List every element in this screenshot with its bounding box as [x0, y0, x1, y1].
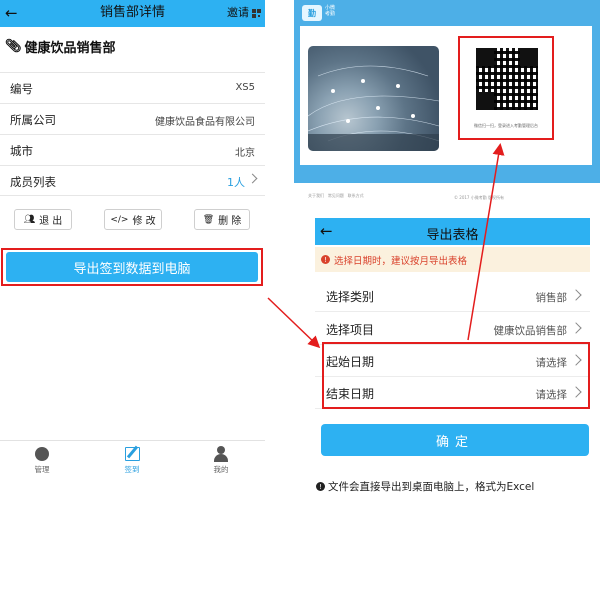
web-login-screenshot: 勤 小微 考勤 微信扫一扫，登录进入考勤管理后台 关于我们 常见问题 联系方式 … [294, 0, 600, 210]
chevron-right-icon [570, 289, 582, 301]
trash-icon: 🗑︎ [202, 214, 215, 225]
logo-text: 小微 考勤 [325, 5, 336, 17]
row-label: 所属公司 [10, 113, 56, 127]
bottom-tab-bar: 管理 签到 我的 [0, 440, 265, 477]
row-label: 编号 [10, 82, 33, 96]
delete-button[interactable]: 🗑︎ 删 除 [194, 209, 250, 230]
qr-code-icon [252, 8, 261, 18]
qr-caption: 微信扫一扫，登录进入考勤管理后台 [474, 123, 538, 128]
member-count: 1人 [227, 176, 245, 189]
tab-manage[interactable]: 管理 [22, 445, 62, 475]
tab-mine[interactable]: 我的 [201, 445, 241, 475]
app-logo-icon: 勤 [302, 5, 322, 21]
chevron-right-icon [247, 173, 258, 184]
chevron-right-icon [570, 322, 582, 334]
invite-label: 邀请 [227, 6, 249, 19]
warning-banner: ! 选择日期时，建议按月导出表格 [315, 247, 590, 272]
row-value: 健康饮品销售部 [493, 325, 568, 337]
row-value: 北京 [235, 148, 255, 159]
user-icon [213, 446, 229, 462]
confirm-button[interactable]: 确定 [321, 424, 589, 456]
paperclip-icon: 📎︎ [5, 39, 22, 54]
select-project-row[interactable]: 选择项目 健康饮品销售部 [315, 312, 590, 345]
department-heading: 📎︎ 健康饮品销售部 [5, 37, 116, 56]
alert-icon: ! [321, 255, 330, 264]
info-icon: ! [316, 482, 325, 491]
select-category-row[interactable]: 选择类别 销售部 [315, 279, 590, 312]
invite-button[interactable]: 邀请 [227, 6, 261, 20]
delete-label: 删 除 [218, 216, 242, 227]
row-value: 健康饮品食品有限公司 [155, 117, 255, 128]
row-label: 选择项目 [326, 323, 375, 337]
city-network-image [308, 46, 439, 151]
tab-label: 签到 [124, 465, 140, 474]
department-name: 健康饮品销售部 [24, 41, 116, 56]
exit-label: 退 出 [39, 216, 63, 227]
date-highlight-box [322, 342, 590, 409]
row-value: 销售部 [535, 292, 568, 304]
footer-links: 关于我们 常见问题 联系方式 [308, 193, 364, 198]
copyright: © 2017 小微考勤 版权所有 [454, 195, 504, 200]
row-city: 城市 北京 [0, 134, 265, 165]
login-qr-code [476, 48, 538, 110]
qr-highlight-box: 微信扫一扫，登录进入考勤管理后台 [458, 36, 554, 140]
edit-icon [124, 447, 140, 461]
group-icon: 👥︎ [23, 214, 36, 225]
export-note: ! 文件会直接导出到桌面电脑上，格式为Excel [316, 479, 534, 494]
row-label: 城市 [10, 144, 33, 158]
row-members[interactable]: 成员列表 1人 [0, 165, 265, 196]
tab-label: 我的 [213, 465, 229, 474]
row-company: 所属公司 健康饮品食品有限公司 [0, 103, 265, 134]
tab-label: 管理 [34, 465, 50, 474]
row-label: 成员列表 [10, 175, 56, 189]
top-bar: ← 导出表格 [315, 218, 590, 245]
row-code: 编号 XS5 [0, 72, 265, 103]
login-card: 微信扫一扫，登录进入考勤管理后台 [300, 26, 592, 165]
row-value: XS5 [235, 82, 255, 93]
arrow-export-to-dates [267, 297, 321, 349]
code-icon: </> [110, 214, 129, 225]
export-highlight-box: 导出签到数据到电脑 [1, 248, 263, 286]
exit-button[interactable]: 👥︎ 退 出 [14, 209, 72, 230]
dept-detail-screen: ← 销售部详情 邀请 📎︎ 健康饮品销售部 编号 XS5 所属公司 健康饮品食品… [0, 0, 265, 478]
export-data-button[interactable]: 导出签到数据到电脑 [6, 252, 258, 282]
edit-button[interactable]: </> 修 改 [104, 209, 162, 230]
edit-label: 修 改 [132, 216, 156, 227]
page-title: 销售部详情 [99, 5, 165, 20]
tab-checkin[interactable]: 签到 [112, 445, 152, 475]
top-bar: ← 销售部详情 邀请 [0, 0, 265, 27]
note-text: 文件会直接导出到桌面电脑上，格式为Excel [328, 481, 535, 493]
gear-icon [35, 447, 49, 461]
page-title: 导出表格 [426, 228, 479, 243]
composite-screenshot: ← 销售部详情 邀请 📎︎ 健康饮品销售部 编号 XS5 所属公司 健康饮品食品… [0, 0, 600, 600]
row-label: 选择类别 [326, 290, 375, 304]
warning-text: 选择日期时，建议按月导出表格 [334, 255, 468, 267]
